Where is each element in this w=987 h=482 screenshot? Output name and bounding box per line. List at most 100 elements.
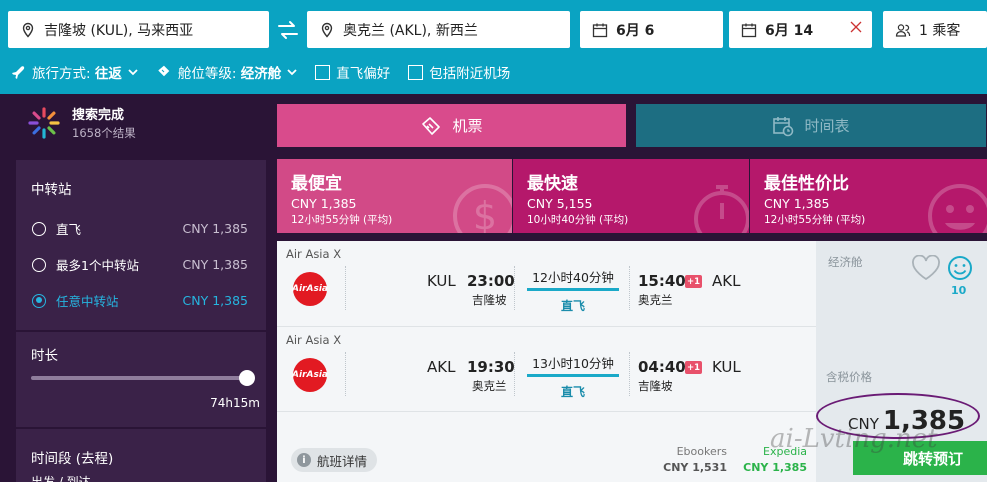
arrival-city: 奥克兰 — [638, 293, 673, 307]
tab-flights-label: 机票 — [452, 117, 483, 135]
smiley-icon — [948, 256, 972, 280]
sort-fastest[interactable]: 最快速 CNY 5,155 10小时40分钟 (平均) — [513, 159, 749, 233]
timeslot-filter: 时间段 (去程) 出发 / 到达 — [16, 429, 266, 482]
flight-duration: 13小时10分钟 — [532, 356, 614, 371]
result-count: 1658个结果 — [72, 126, 136, 140]
rating-score: 10 — [951, 284, 967, 297]
departure-code: KUL — [427, 272, 456, 290]
flight-duration: 12小时40分钟 — [532, 270, 614, 285]
trip-type-dropdown[interactable]: 旅行方式: 往返 — [10, 62, 138, 82]
info-icon: i — [297, 453, 311, 467]
duration-filter-title: 时长 — [31, 348, 58, 364]
stop-option-label: 任意中转站 — [56, 294, 119, 309]
calendar-icon — [592, 23, 608, 37]
calendar-icon — [741, 23, 757, 37]
watermark-text: ai-Lvting.net — [770, 424, 938, 454]
passengers-value: 1 乘客 — [919, 22, 961, 39]
chevron-down-icon — [128, 69, 138, 76]
provider-name: Ebookers — [676, 445, 727, 458]
depart-date-value: 6月 6 — [616, 22, 655, 39]
itinerary-section: Air Asia X AirAsia KUL 23:00 吉隆坡 12小时40分… — [277, 241, 816, 482]
location-pin-icon — [321, 22, 333, 38]
destination-value: 奥克兰 (AKL), 新西兰 — [343, 22, 478, 39]
tab-flights[interactable]: 机票 — [277, 104, 626, 147]
stop-option-price: CNY 1,385 — [182, 293, 248, 308]
duration-slider-handle[interactable] — [239, 370, 255, 386]
search-bar: 吉隆坡 (KUL), 马来西亚 奥克兰 (AKL), 新西兰 6月 6 6月 1… — [0, 0, 987, 94]
calendar-clock-icon — [773, 116, 794, 136]
leg-separator — [277, 326, 816, 327]
search-complete-icon — [28, 106, 60, 139]
trip-type-label: 旅行方式: — [32, 66, 91, 82]
swap-icon[interactable] — [276, 20, 300, 40]
cabin-class: 经济舱 — [828, 255, 863, 269]
smiley-icon — [928, 184, 987, 233]
arrival-time: 04:40 — [638, 358, 686, 376]
stop-option-one-stop[interactable]: 最多1个中转站 CNY 1,385 — [32, 255, 248, 274]
dollar-coin-icon: $ — [453, 184, 512, 233]
sort-best-value[interactable]: 最佳性价比 CNY 1,385 12小时55分钟 (平均) — [750, 159, 987, 233]
heart-icon[interactable] — [911, 255, 941, 281]
provider-ebookers[interactable]: Ebookers CNY 1,531 — [657, 445, 727, 474]
location-pin-icon — [22, 22, 34, 38]
stops-label: 直飞 — [560, 299, 585, 313]
stop-option-direct[interactable]: 直飞 CNY 1,385 — [32, 219, 248, 238]
departure-time: 19:30 — [467, 358, 515, 376]
depart-date-field[interactable]: 6月 6 — [580, 11, 723, 48]
duration-line — [527, 288, 619, 291]
checkbox-box[interactable] — [315, 64, 331, 80]
stop-option-label: 直飞 — [56, 222, 82, 237]
flight-details-button[interactable]: i 航班详情 — [291, 448, 378, 472]
arrival-code: AKL — [712, 272, 741, 290]
radio-button-selected[interactable] — [32, 293, 46, 308]
destination-field[interactable]: 奥克兰 (AKL), 新西兰 — [307, 11, 570, 48]
chevron-down-icon — [287, 69, 297, 76]
cabin-class-value: 经济舱 — [240, 66, 282, 82]
trip-type-value: 往返 — [94, 66, 122, 82]
divider — [345, 266, 346, 310]
stop-option-label: 最多1个中转站 — [56, 258, 139, 273]
stops-filter: 中转站 直飞 CNY 1,385 最多1个中转站 CNY 1,385 任意中转站… — [16, 160, 266, 330]
departure-city: 吉隆坡 — [472, 293, 507, 307]
origin-field[interactable]: 吉隆坡 (KUL), 马来西亚 — [8, 11, 269, 48]
status-title: 搜索完成 — [72, 108, 125, 123]
flight-details-label: 航班详情 — [317, 453, 368, 469]
next-day-badge: +1 — [685, 361, 702, 374]
nearby-airports-checkbox[interactable]: 包括附近机场 — [408, 62, 510, 82]
search-status: 搜索完成 1658个结果 — [26, 104, 136, 141]
passengers-field[interactable]: 1 乘客 — [883, 11, 987, 48]
direct-pref-label: 直飞偏好 — [336, 66, 391, 82]
trip-type-icon — [12, 66, 25, 79]
radio-button[interactable] — [32, 221, 46, 236]
departure-city: 奥克兰 — [472, 379, 507, 393]
duration-line — [527, 374, 619, 377]
origin-value: 吉隆坡 (KUL), 马来西亚 — [44, 22, 194, 39]
departure-time: 23:00 — [467, 272, 515, 290]
duration-filter: 时长 74h15m — [16, 332, 266, 427]
next-day-badge: +1 — [685, 275, 702, 288]
departure-code: AKL — [427, 358, 456, 376]
cabin-class-dropdown[interactable]: 舱位等级: 经济舱 — [156, 62, 297, 82]
checkbox-box[interactable] — [408, 64, 424, 80]
stop-option-price: CNY 1,385 — [182, 221, 248, 236]
return-date-field[interactable]: 6月 14 — [729, 11, 872, 48]
stopwatch-icon — [694, 185, 749, 233]
direct-pref-checkbox[interactable]: 直飞偏好 — [315, 62, 390, 82]
arrival-time: 15:40 — [638, 272, 686, 290]
stop-option-price: CNY 1,385 — [182, 257, 248, 272]
duration-slider-track[interactable] — [31, 376, 247, 380]
timeslot-filter-title: 时间段 (去程) — [31, 451, 114, 467]
radio-button[interactable] — [32, 257, 46, 272]
tab-timetable-label: 时间表 — [804, 117, 850, 135]
nearby-airports-label: 包括附近机场 — [429, 66, 511, 82]
arrival-city: 吉隆坡 — [638, 379, 673, 393]
stop-option-any[interactable]: 任意中转站 CNY 1,385 — [32, 291, 248, 310]
svg-text:$: $ — [473, 194, 497, 233]
stops-label: 直飞 — [560, 385, 585, 399]
return-date-value: 6月 14 — [765, 22, 814, 39]
ticket-icon — [157, 64, 171, 78]
sort-cheapest[interactable]: 最便宜 CNY 1,385 12小时55分钟 (平均) $ — [277, 159, 512, 233]
tab-timetable[interactable]: 时间表 — [636, 104, 986, 147]
close-icon[interactable] — [850, 21, 862, 33]
divider — [345, 352, 346, 396]
